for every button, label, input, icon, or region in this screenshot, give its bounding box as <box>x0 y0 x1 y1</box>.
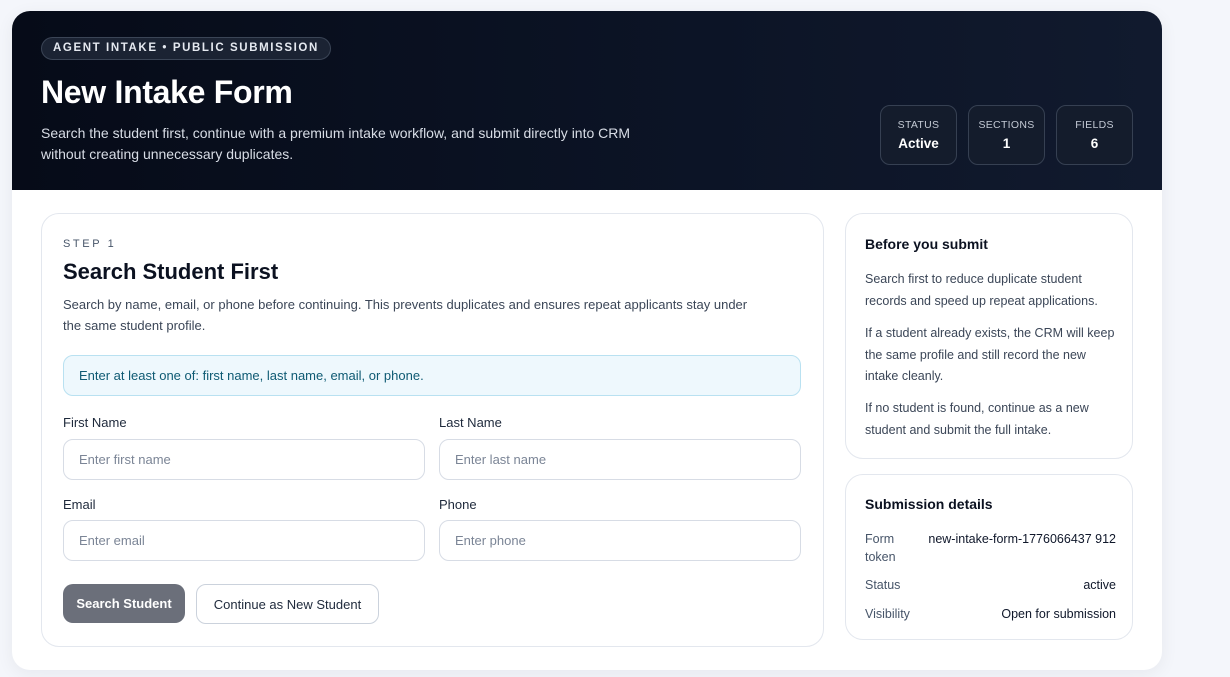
submission-details-title: Submission details <box>865 496 993 512</box>
search-student-panel: STEP 1 Search Student First Search by na… <box>41 213 824 647</box>
info-notice: Enter at least one of: first name, last … <box>63 355 801 396</box>
stat-status-label: STATUS <box>897 119 940 131</box>
stat-fields-label: FIELDS <box>1075 119 1114 131</box>
first-name-input[interactable] <box>63 439 425 480</box>
intake-card: AGENT INTAKE • PUBLIC SUBMISSION New Int… <box>12 11 1162 670</box>
stat-status: STATUS Active <box>880 105 957 165</box>
eyebrow-badge: AGENT INTAKE • PUBLIC SUBMISSION <box>41 37 331 60</box>
before-submit-paragraph: If no student is found, continue as a ne… <box>865 401 1089 437</box>
detail-value: active <box>1083 578 1116 592</box>
stat-fields-value: 6 <box>1090 136 1099 151</box>
email-input[interactable] <box>63 520 425 561</box>
stat-fields: FIELDS 6 <box>1056 105 1133 165</box>
search-student-button[interactable]: Search Student <box>63 584 185 623</box>
detail-value: Open for submission <box>1001 607 1116 621</box>
page-description: Search the student first, continue with … <box>41 125 631 162</box>
last-name-input[interactable] <box>439 439 801 480</box>
continue-new-student-button[interactable]: Continue as New Student <box>196 584 379 624</box>
detail-key: Status <box>865 578 901 592</box>
section-description: Search by name, email, or phone before c… <box>63 297 748 333</box>
before-submit-panel: Before you submit Search first to reduce… <box>845 213 1133 459</box>
section-title: Search Student First <box>63 259 279 284</box>
last-name-label: Last Name <box>439 415 502 430</box>
stat-sections: SECTIONS 1 <box>968 105 1045 165</box>
first-name-label: First Name <box>63 415 127 430</box>
email-label: Email <box>63 497 96 512</box>
before-submit-paragraph: Search first to reduce duplicate student… <box>865 272 1098 308</box>
step-label: STEP 1 <box>63 238 117 250</box>
detail-key: Visibility <box>865 607 910 621</box>
submission-details-panel: Submission details Form token new-intake… <box>845 474 1133 640</box>
phone-input[interactable] <box>439 520 801 561</box>
before-submit-title: Before you submit <box>865 236 988 252</box>
hero-header: AGENT INTAKE • PUBLIC SUBMISSION New Int… <box>12 11 1162 190</box>
detail-row-visibility: Visibility Open for submission <box>865 605 1116 623</box>
detail-row-form-token: Form token new-intake-form-1776066437 91… <box>865 530 1116 566</box>
stat-status-value: Active <box>898 136 939 151</box>
before-submit-paragraph: If a student already exists, the CRM wil… <box>865 326 1115 383</box>
page-title: New Intake Form <box>41 74 293 110</box>
stat-sections-label: SECTIONS <box>978 119 1035 131</box>
detail-row-status: Status active <box>865 576 1116 594</box>
detail-value: new-intake-form-1776066437 912 <box>928 532 1116 546</box>
phone-label: Phone <box>439 497 477 512</box>
stat-sections-value: 1 <box>1002 136 1011 151</box>
detail-key: Form token <box>865 532 896 564</box>
